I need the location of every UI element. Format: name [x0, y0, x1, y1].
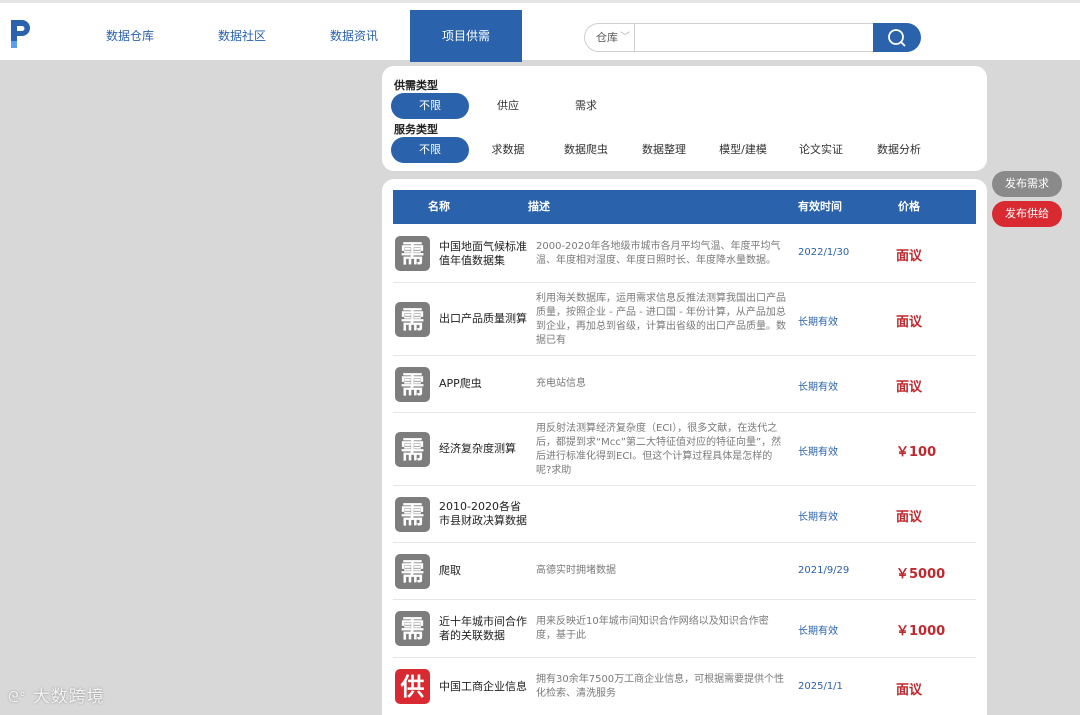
row-desc: 2000-2020年各地级市城市各月平均气温、年度平均气温、年度相对湿度、年度日…: [536, 241, 781, 266]
top-nav-bar: 数据仓库 数据社区 数据资讯 项目供需 仓库 ﹀: [0, 0, 1080, 62]
demand-badge-icon: 需: [395, 236, 430, 271]
row-name[interactable]: 2010-2020各省市县财政决算数据: [439, 500, 527, 528]
filter-sd-unlimited[interactable]: 不限: [391, 93, 469, 119]
demand-badge-icon: 需: [395, 432, 430, 467]
row-price: 面议: [896, 315, 923, 330]
row-time: 长期有效: [798, 317, 838, 328]
search-scope-select[interactable]: 仓库 ﹀: [584, 23, 634, 52]
service-type-label: 服务类型: [394, 123, 438, 136]
nav-data-community[interactable]: 数据社区: [205, 10, 279, 62]
row-desc: 用来反映近10年城市间知识合作网络以及知识合作密度，基于此: [536, 616, 769, 641]
search-button[interactable]: [873, 23, 921, 52]
watermark-logo-icon: ᘓᐤ: [8, 688, 27, 706]
watermark-text: 大数跨境: [32, 687, 105, 707]
filter-svc-unlimited[interactable]: 不限: [391, 137, 469, 163]
row-desc: 拥有30余年7500万工商企业信息，可根据需要提供个性化检索、清洗服务: [536, 674, 785, 699]
logo-p-icon[interactable]: [8, 17, 32, 51]
publish-demand-button[interactable]: 发布需求: [992, 171, 1062, 197]
filter-svc-data-analysis[interactable]: 数据分析: [871, 137, 927, 163]
nav-project-supply-demand[interactable]: 项目供需: [410, 10, 522, 62]
table-row[interactable]: 需 中国地面气候标准值年值数据集 2000-2020年各地级市城市各月平均气温、…: [393, 224, 976, 283]
filter-svc-modeling[interactable]: 模型/建模: [712, 137, 774, 163]
row-price: ￥1000: [896, 624, 946, 639]
row-time: 2022/1/30: [798, 247, 850, 258]
row-price: 面议: [896, 510, 923, 525]
demand-badge-icon: 需: [395, 611, 430, 646]
row-price: ￥5000: [896, 567, 946, 582]
table-row[interactable]: 需 爬取 高德实时拥堵数据 2021/9/29 ￥5000: [393, 543, 976, 600]
supply-demand-type-label: 供需类型: [394, 79, 438, 92]
supply-badge-icon: 供: [395, 669, 430, 704]
row-time: 长期有效: [798, 512, 838, 523]
row-price: 面议: [896, 249, 923, 264]
search-input[interactable]: [634, 23, 874, 52]
row-name[interactable]: 爬取: [439, 564, 527, 578]
row-time: 2021/9/29: [798, 565, 850, 576]
nav-data-news[interactable]: 数据资讯: [317, 10, 391, 62]
publish-supply-button[interactable]: 发布供给: [992, 201, 1062, 227]
watermark: ᘓᐤ 大数跨境: [8, 682, 105, 707]
row-time: 长期有效: [798, 447, 838, 458]
filter-sd-supply[interactable]: 供应: [482, 93, 534, 119]
filter-sd-demand[interactable]: 需求: [560, 93, 612, 119]
table-row[interactable]: 需 APP爬虫 充电站信息 长期有效 面议: [393, 356, 976, 413]
row-desc: 用反射法测算经济复杂度（ECI），很多文献，在迭代之后，都提到求“Mcc”第二大…: [536, 423, 782, 476]
row-name[interactable]: 近十年城市间合作者的关联数据: [439, 615, 527, 643]
header-name: 名称: [428, 200, 450, 213]
row-name[interactable]: 经济复杂度测算: [439, 442, 527, 456]
row-name[interactable]: 中国工商企业信息: [439, 680, 527, 694]
demand-badge-icon: 需: [395, 554, 430, 589]
row-time: 长期有效: [798, 382, 838, 393]
search-scope-label: 仓库: [596, 31, 618, 44]
filter-svc-data-cleaning[interactable]: 数据整理: [636, 137, 692, 163]
table-row[interactable]: 供 中国工商企业信息 拥有30余年7500万工商企业信息，可根据需要提供个性化检…: [393, 658, 976, 715]
filter-svc-empirical[interactable]: 论文实证: [793, 137, 849, 163]
row-desc: 利用海关数据库，运用需求信息反推法测算我国出口产品质量，按照企业 - 产品 - …: [536, 293, 786, 346]
table-row[interactable]: 需 经济复杂度测算 用反射法测算经济复杂度（ECI），很多文献，在迭代之后，都提…: [393, 413, 976, 486]
table-row[interactable]: 需 2010-2020各省市县财政决算数据 长期有效 面议: [393, 486, 976, 543]
header-desc: 描述: [528, 200, 550, 213]
row-name[interactable]: APP爬虫: [439, 377, 527, 391]
filter-svc-crawler[interactable]: 数据爬虫: [558, 137, 614, 163]
row-price: 面议: [896, 380, 923, 395]
search-bar: 仓库 ﹀: [584, 23, 921, 52]
table-row[interactable]: 需 近十年城市间合作者的关联数据 用来反映近10年城市间知识合作网络以及知识合作…: [393, 600, 976, 658]
search-icon: [888, 29, 906, 47]
listing-table: 名称 描述 有效时间 价格 需 中国地面气候标准值年值数据集 2000-2020…: [382, 179, 987, 715]
row-time: 2025/1/1: [798, 681, 843, 692]
table-header: 名称 描述 有效时间 价格: [393, 190, 976, 224]
filter-panel: 供需类型 不限 供应 需求 服务类型 不限 求数据 数据爬虫 数据整理 模型/建…: [382, 66, 987, 171]
row-time: 长期有效: [798, 626, 838, 637]
filter-svc-request-data[interactable]: 求数据: [482, 137, 534, 163]
row-price: ￥100: [896, 445, 937, 460]
nav-data-warehouse[interactable]: 数据仓库: [93, 10, 167, 62]
row-desc: 充电站信息: [536, 378, 586, 389]
row-name[interactable]: 中国地面气候标准值年值数据集: [439, 240, 527, 268]
chevron-down-icon: ﹀: [620, 32, 630, 43]
demand-badge-icon: 需: [395, 367, 430, 402]
header-time: 有效时间: [798, 200, 842, 213]
row-desc: 高德实时拥堵数据: [536, 565, 616, 576]
row-price: 面议: [896, 683, 923, 698]
row-name[interactable]: 出口产品质量测算: [439, 312, 527, 326]
demand-badge-icon: 需: [395, 302, 430, 337]
table-row[interactable]: 需 出口产品质量测算 利用海关数据库，运用需求信息反推法测算我国出口产品质量，按…: [393, 283, 976, 356]
header-price: 价格: [898, 200, 920, 213]
demand-badge-icon: 需: [395, 497, 430, 532]
